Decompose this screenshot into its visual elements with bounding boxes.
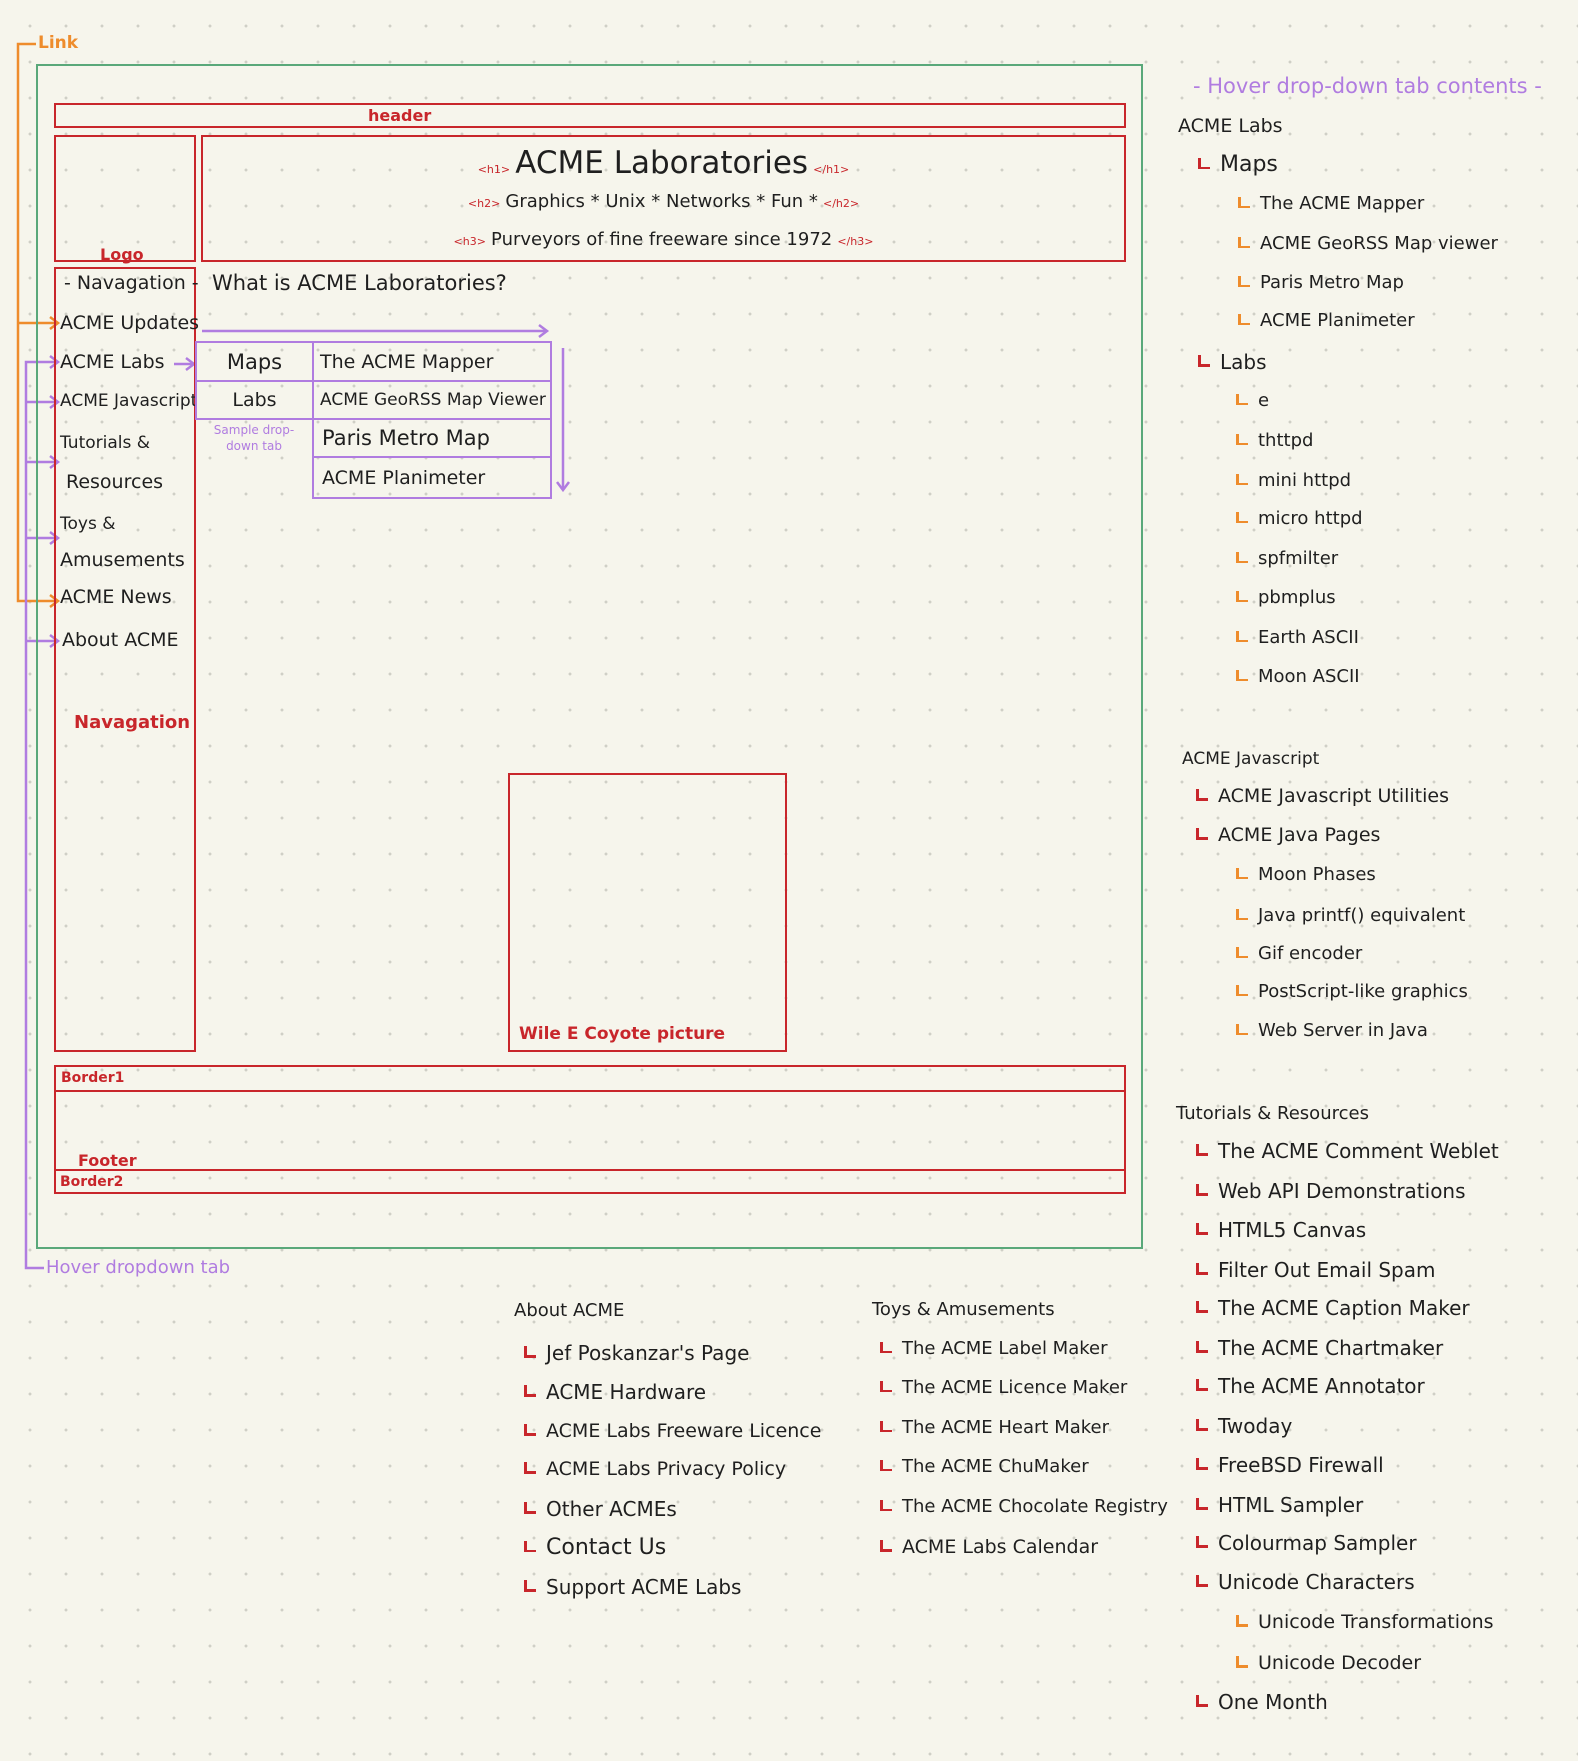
menu-maps[interactable]: Maps xyxy=(1196,152,1278,177)
dropdown-category-labs[interactable]: Labs xyxy=(195,380,314,420)
logo-label: Logo xyxy=(100,245,144,264)
border1-label: Border1 xyxy=(61,1070,125,1086)
menu-item[interactable]: pbmplus xyxy=(1234,587,1336,608)
menu-item[interactable]: Unicode Decoder xyxy=(1234,1652,1421,1674)
sample-dropdown-annotation: Sample drop-down tab xyxy=(213,423,295,453)
menu-item[interactable]: The ACME Label Maker xyxy=(878,1338,1108,1359)
menu-item[interactable]: Java printf() equivalent xyxy=(1234,905,1465,926)
menu-tutorials-title: Tutorials & Resources xyxy=(1176,1103,1369,1124)
link-annotation: Link xyxy=(38,33,79,53)
menu-item[interactable]: One Month xyxy=(1194,1690,1328,1714)
dropdown-item-acme-mapper[interactable]: The ACME Mapper xyxy=(312,341,552,382)
menu-item[interactable]: Unicode Characters xyxy=(1194,1570,1415,1594)
nav-item-toys[interactable]: Toys & xyxy=(60,514,115,534)
dropdown-item-planimeter[interactable]: ACME Planimeter xyxy=(312,456,552,499)
menu-item[interactable]: The ACME Chartmaker xyxy=(1194,1336,1443,1360)
logo-region: Logo xyxy=(54,135,196,264)
nav-item-tutorials[interactable]: Tutorials & xyxy=(60,433,150,453)
dropdown-item-georss[interactable]: ACME GeoRSS Map Viewer xyxy=(312,380,552,420)
main-heading: What is ACME Laboratories? xyxy=(212,271,507,295)
hover-contents-title: - Hover drop-down tab contents - xyxy=(1193,74,1542,98)
navigation-region xyxy=(54,267,196,1052)
dropdown-category-maps[interactable]: Maps xyxy=(195,341,314,382)
nav-item-acme-labs[interactable]: ACME Labs xyxy=(60,351,165,373)
menu-item[interactable]: The ACME ChuMaker xyxy=(878,1456,1089,1477)
menu-item[interactable]: The ACME Annotator xyxy=(1194,1374,1425,1398)
menu-item[interactable]: Earth ASCII xyxy=(1234,627,1359,648)
menu-acme-javascript-title: ACME Javascript xyxy=(1182,749,1320,769)
border1-region: Border1 xyxy=(54,1065,1126,1092)
nav-item-acme-updates[interactable]: ACME Updates xyxy=(60,312,199,334)
menu-about-title: About ACME xyxy=(514,1300,625,1321)
menu-item[interactable]: Colourmap Sampler xyxy=(1194,1531,1417,1555)
nav-item-acme-javascript[interactable]: ACME Javascript xyxy=(60,391,197,411)
navigation-label: Navagation xyxy=(74,712,191,733)
menu-item[interactable]: Moon ASCII xyxy=(1234,666,1360,687)
menu-item[interactable]: e xyxy=(1234,390,1269,411)
dropdown-item-paris-metro[interactable]: Paris Metro Map xyxy=(312,418,552,458)
menu-item[interactable]: ACME Labs Freeware Licence xyxy=(522,1420,821,1442)
menu-item[interactable]: Web API Demonstrations xyxy=(1194,1179,1466,1203)
menu-toys-title: Toys & Amusements xyxy=(872,1299,1055,1320)
header-label: header xyxy=(368,106,432,125)
border2-region: Border2 xyxy=(54,1169,1126,1194)
menu-item[interactable]: Gif encoder xyxy=(1234,943,1362,964)
menu-item[interactable]: Contact Us xyxy=(522,1535,666,1560)
h3-tagline: <h3> Purveyors of fine freeware since 19… xyxy=(453,229,874,250)
menu-item[interactable]: micro httpd xyxy=(1234,508,1363,529)
title-region: <h1> ACME Laboratories </h1> <h2> Graphi… xyxy=(201,135,1126,262)
menu-item[interactable]: HTML Sampler xyxy=(1194,1493,1363,1517)
menu-item[interactable]: HTML5 Canvas xyxy=(1194,1218,1366,1242)
menu-item[interactable]: The ACME Comment Weblet xyxy=(1194,1139,1499,1163)
menu-item[interactable]: Filter Out Email Spam xyxy=(1194,1258,1435,1282)
nav-item-resources[interactable]: Resources xyxy=(66,471,163,493)
menu-item[interactable]: The ACME Chocolate Registry xyxy=(878,1496,1168,1517)
picture-label: Wile E Coyote picture xyxy=(519,1024,726,1044)
border2-label: Border2 xyxy=(60,1174,124,1190)
menu-item[interactable]: spfmilter xyxy=(1234,548,1338,569)
menu-item[interactable]: Moon Phases xyxy=(1234,864,1376,885)
menu-item[interactable]: thttpd xyxy=(1234,430,1313,451)
menu-item[interactable]: Paris Metro Map xyxy=(1236,272,1404,293)
footer-label: Footer xyxy=(78,1151,137,1170)
menu-item[interactable]: FreeBSD Firewall xyxy=(1194,1453,1384,1477)
menu-item[interactable]: ACME Labs Calendar xyxy=(878,1536,1098,1558)
nav-item-about-acme[interactable]: About ACME xyxy=(62,629,179,651)
menu-item[interactable]: Other ACMEs xyxy=(522,1497,677,1521)
menu-item[interactable]: The ACME Heart Maker xyxy=(878,1417,1109,1438)
menu-item[interactable]: ACME Javascript Utilities xyxy=(1194,785,1449,807)
menu-item[interactable]: ACME Planimeter xyxy=(1236,310,1415,331)
menu-item[interactable]: Unicode Transformations xyxy=(1234,1611,1494,1633)
menu-item[interactable]: The ACME Mapper xyxy=(1236,193,1424,214)
menu-item[interactable]: ACME Hardware xyxy=(522,1380,706,1404)
nav-heading: - Navagation - xyxy=(64,272,199,294)
h2-subtitle: <h2> Graphics * Unix * Networks * Fun * … xyxy=(467,191,860,212)
menu-item[interactable]: ACME GeoRSS Map viewer xyxy=(1236,233,1498,254)
menu-item[interactable]: The ACME Caption Maker xyxy=(1194,1296,1470,1320)
menu-labs[interactable]: Labs xyxy=(1196,350,1267,374)
h1-title: <h1> ACME Laboratories </h1> xyxy=(477,145,850,181)
nav-item-amusements[interactable]: Amusements xyxy=(60,549,185,571)
menu-item[interactable]: Twoday xyxy=(1194,1414,1292,1438)
menu-item[interactable]: ACME Java Pages xyxy=(1194,824,1380,846)
picture-region: Wile E Coyote picture xyxy=(508,773,787,1052)
footer-region: Footer xyxy=(54,1090,1126,1171)
hover-dropdown-annotation: Hover dropdown tab xyxy=(46,1257,231,1278)
menu-item[interactable]: Web Server in Java xyxy=(1234,1020,1428,1041)
menu-acme-labs-title: ACME Labs xyxy=(1178,115,1283,137)
nav-item-acme-news[interactable]: ACME News xyxy=(60,586,172,608)
menu-item[interactable]: ACME Labs Privacy Policy xyxy=(522,1458,786,1480)
menu-item[interactable]: Support ACME Labs xyxy=(522,1575,741,1599)
header-region: header xyxy=(54,103,1126,128)
menu-item[interactable]: PostScript-like graphics xyxy=(1234,981,1468,1002)
menu-item[interactable]: Jef Poskanzar's Page xyxy=(522,1341,749,1365)
menu-item[interactable]: The ACME Licence Maker xyxy=(878,1377,1127,1398)
menu-item[interactable]: mini httpd xyxy=(1234,470,1351,491)
